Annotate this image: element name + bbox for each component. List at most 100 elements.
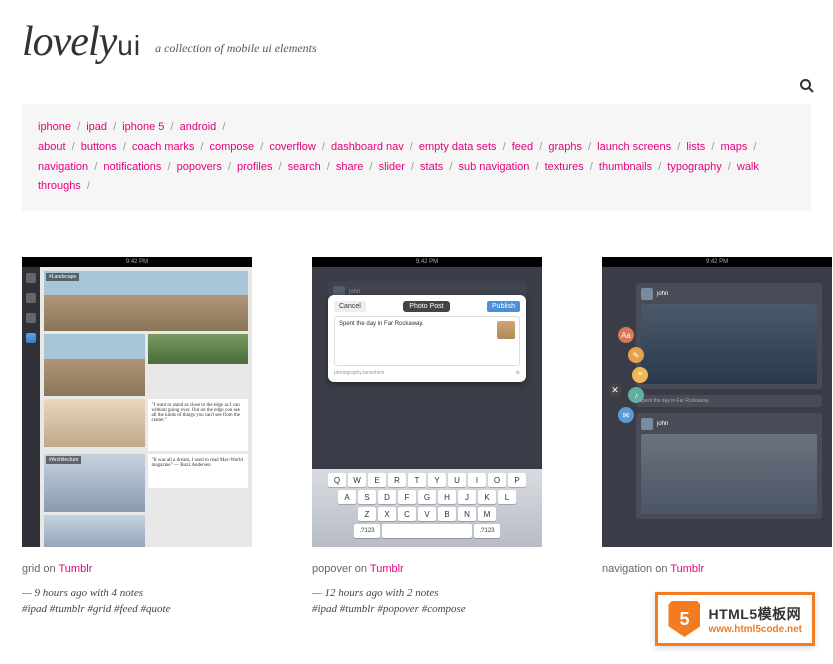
tag-link[interactable]: notifications xyxy=(103,161,161,173)
compose-popover: Cancel Photo Post Publish Spent the day … xyxy=(328,295,526,382)
tag-link[interactable]: compose xyxy=(210,141,255,153)
key: X xyxy=(378,507,396,521)
post-timestamp: — 12 hours ago with 2 notes xyxy=(312,587,542,599)
key: M xyxy=(478,507,496,521)
tag-link[interactable]: dashboard nav xyxy=(331,141,404,153)
key: E xyxy=(368,473,386,487)
tag-link[interactable]: popovers xyxy=(177,161,222,173)
post-tags: #ipad #tumblr #grid #feed #quote xyxy=(22,603,252,615)
tag-link[interactable]: about xyxy=(38,141,66,153)
post-timestamp: — 9 hours ago with 4 notes xyxy=(22,587,252,599)
key: V xyxy=(418,507,436,521)
app-sidebar xyxy=(22,267,40,547)
feed-card: john xyxy=(636,283,822,389)
watermark-badge[interactable]: 5 HTML5模板网 www.html5code.net xyxy=(655,592,815,646)
key: Y xyxy=(428,473,446,487)
tag-link[interactable]: profiles xyxy=(237,161,272,173)
post-thumbnail[interactable]: 9:42 PM john Cancel Photo Post Publish S… xyxy=(312,257,542,547)
tag-link[interactable]: textures xyxy=(545,161,584,173)
tag-link[interactable]: share xyxy=(336,161,364,173)
radial-menu: Aa✎❝♪✉ ✕ xyxy=(610,327,626,427)
radial-menu-item: ♪ xyxy=(628,387,644,403)
badge-url: www.html5code.net xyxy=(708,624,802,635)
tag-link[interactable]: buttons xyxy=(81,141,117,153)
source-link[interactable]: Tumblr xyxy=(670,563,704,575)
radial-menu-item: ✉ xyxy=(618,407,634,423)
search-button[interactable] xyxy=(799,78,815,99)
card-image xyxy=(641,304,817,384)
tag-link[interactable]: iphone xyxy=(38,121,71,133)
feed-card: john xyxy=(636,413,822,519)
key: Z xyxy=(358,507,376,521)
grid-cell xyxy=(148,334,249,364)
post-tags: #ipad #tumblr #popover #compose xyxy=(312,603,542,615)
tag-link[interactable]: search xyxy=(288,161,321,173)
tag-link[interactable]: empty data sets xyxy=(419,141,497,153)
compass-icon xyxy=(26,293,36,303)
grid-cell xyxy=(44,399,145,447)
tagline: a collection of mobile ui elements xyxy=(155,41,317,56)
tag-filter-box: iphone / ipad / iphone 5 / android / abo… xyxy=(22,104,811,211)
tag-link[interactable]: thumbnails xyxy=(599,161,652,173)
caption-text: grid on xyxy=(22,563,59,575)
logo-script: lovely xyxy=(22,18,116,66)
photo-attachment xyxy=(497,321,515,339)
tag-link[interactable]: coach marks xyxy=(132,141,194,153)
key: C xyxy=(398,507,416,521)
grid-cell: #Landscape xyxy=(44,271,248,331)
key: I xyxy=(468,473,486,487)
tag-link[interactable]: navigation xyxy=(38,161,88,173)
post-thumbnail[interactable]: 9:42 PM #Landscape "I want to stand as c… xyxy=(22,257,252,547)
logo[interactable]: lovely ui xyxy=(22,18,141,66)
tag-link[interactable]: lists xyxy=(686,141,705,153)
tag-link[interactable]: ipad xyxy=(86,121,107,133)
tag-link[interactable]: sub navigation xyxy=(458,161,529,173)
grid-cell xyxy=(44,334,145,396)
home-icon xyxy=(26,273,36,283)
key: Q xyxy=(328,473,346,487)
key: W xyxy=(348,473,366,487)
content-grid: #Landscape "I want to stand as close to … xyxy=(40,267,252,547)
key: A xyxy=(338,490,356,504)
radial-menu-item: ✎ xyxy=(628,347,644,363)
avatar-icon xyxy=(641,288,653,300)
card-image xyxy=(641,434,817,514)
logo-sans: ui xyxy=(117,30,141,62)
device-statusbar: 9:42 PM xyxy=(312,257,542,267)
source-link[interactable]: Tumblr xyxy=(59,563,93,575)
tag-link[interactable]: launch screens xyxy=(597,141,671,153)
key: J xyxy=(458,490,476,504)
caption-text: popover on xyxy=(312,563,370,575)
post-thumbnail[interactable]: 9:42 PM john Spent the day in Far Rockaw… xyxy=(602,257,832,547)
key: G xyxy=(418,490,436,504)
source-link[interactable]: Tumblr xyxy=(370,563,404,575)
site-header: lovely ui a collection of mobile ui elem… xyxy=(0,0,833,74)
tag-link[interactable]: android xyxy=(180,121,217,133)
key: S xyxy=(358,490,376,504)
device-statusbar: 9:42 PM xyxy=(22,257,252,267)
key: D xyxy=(378,490,396,504)
key: O xyxy=(488,473,506,487)
search-icon xyxy=(799,78,815,94)
tag-link[interactable]: graphs xyxy=(548,141,582,153)
tag-link[interactable]: stats xyxy=(420,161,443,173)
category-tags: about / buttons / coach marks / compose … xyxy=(38,138,795,197)
bolt-icon xyxy=(26,313,36,323)
radial-menu-item: ❝ xyxy=(632,367,648,383)
radial-menu-item: Aa xyxy=(618,327,634,343)
tag-link[interactable]: typography xyxy=(667,161,721,173)
key: L xyxy=(498,490,516,504)
key: K xyxy=(478,490,496,504)
key: P xyxy=(508,473,526,487)
tag-link[interactable]: maps xyxy=(720,141,747,153)
compose-text: Spent the day in Far Rockaway. xyxy=(339,321,493,361)
tag-link[interactable]: iphone 5 xyxy=(122,121,164,133)
tag-link[interactable]: slider xyxy=(379,161,405,173)
tag-link[interactable]: coverflow xyxy=(269,141,315,153)
keyboard: QWERTYUIOP ASDFGHJKL ZXCVBNM .?123.?123 xyxy=(312,469,542,547)
tag-link[interactable]: feed xyxy=(512,141,533,153)
key: U xyxy=(448,473,466,487)
key: B xyxy=(438,507,456,521)
post-meta: navigation on Tumblr xyxy=(602,563,832,575)
device-statusbar: 9:42 PM xyxy=(602,257,832,267)
